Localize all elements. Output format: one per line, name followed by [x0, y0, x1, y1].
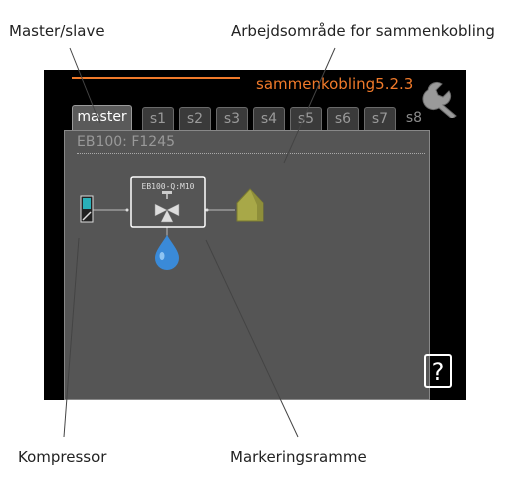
callout-leaders — [63, 47, 336, 438]
leader-marking-frame — [205, 239, 299, 438]
leader-work-area — [283, 47, 336, 164]
leader-compressor — [63, 237, 80, 438]
leader-master-slave — [69, 47, 101, 124]
